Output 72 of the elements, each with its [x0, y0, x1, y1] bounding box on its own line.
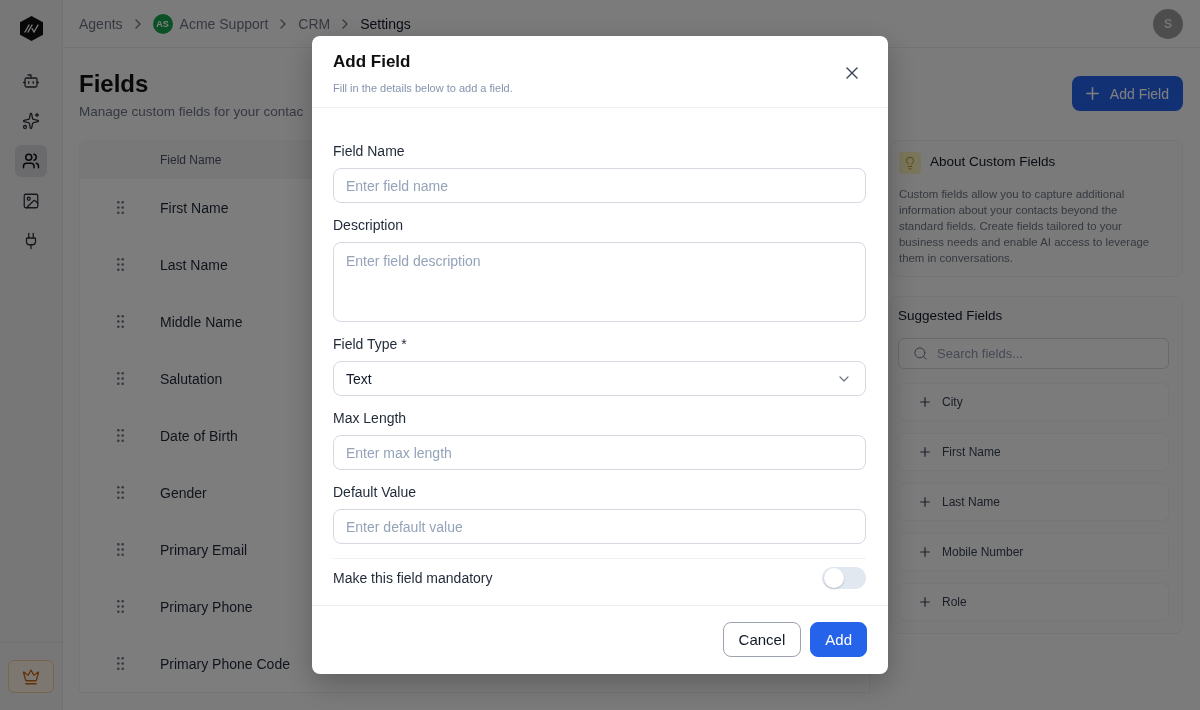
toggle-label: Make this field mandatory [333, 570, 493, 586]
suggestion-item[interactable]: Mobile Number [899, 533, 1169, 571]
table-cell: Middle Name [160, 313, 243, 330]
table-cell: Last Name [160, 256, 228, 273]
image-icon [22, 192, 40, 210]
sparkles-icon [22, 112, 40, 130]
field-label: Max Length [333, 409, 407, 428]
breadcrumb-current[interactable]: Settings [360, 15, 411, 32]
page-title: Fields [79, 70, 149, 98]
agent-avatar: AS [152, 13, 173, 34]
chevron-right-icon [342, 18, 349, 29]
plus-icon [920, 597, 930, 607]
drag-handle-icon[interactable] [116, 258, 124, 271]
input-field[interactable]: Enter default value [333, 509, 866, 544]
column-header: Field Name [160, 153, 222, 167]
drag-handle-icon[interactable] [116, 201, 124, 214]
drag-handle-icon[interactable] [116, 543, 124, 556]
table-cell: Gender [160, 484, 207, 501]
plus-icon [920, 397, 930, 407]
drag-handle-icon[interactable] [116, 315, 124, 328]
close-icon [846, 67, 858, 79]
drag-handle-icon[interactable] [116, 600, 124, 613]
breadcrumb-link[interactable]: Agents [79, 15, 123, 32]
chevron-right-icon [134, 18, 141, 29]
dialog-subtitle: Fill in the details below to add a field. [333, 81, 513, 96]
table-cell: First Name [160, 199, 229, 216]
card-text: Custom fields allow you to capture additional information about your contacts beyond the standard fields. Create fields tailored to your business needs and enable AI access to leverage them in conversations. [899, 187, 1151, 266]
add-button[interactable]: Add [810, 622, 867, 657]
cancel-button[interactable]: Cancel [722, 622, 802, 657]
table-cell: Primary Email [160, 541, 248, 558]
table-cell: Primary Phone Code [160, 655, 290, 672]
suggestion-item[interactable]: Last Name [899, 483, 1169, 521]
suggestion-item[interactable]: First Name [899, 433, 1169, 471]
lightbulb-icon [899, 152, 921, 174]
breadcrumb-link[interactable]: AS Acme Support [152, 13, 269, 34]
drag-handle-icon[interactable] [116, 486, 124, 499]
card-title: About Custom Fields [930, 153, 1056, 171]
plus-icon [920, 547, 930, 557]
drag-handle-icon[interactable] [116, 657, 124, 670]
search-icon [913, 346, 928, 361]
robot-icon [22, 72, 40, 90]
card-title: Suggested Fields [898, 307, 1003, 325]
table-cell: Date of Birth [160, 427, 238, 444]
plus-icon [1085, 87, 1099, 100]
chevron-down-icon [839, 375, 849, 382]
table-cell: Salutation [160, 370, 223, 387]
suggestion-item[interactable]: Role [899, 583, 1169, 621]
field-label: Default Value [333, 483, 416, 502]
page-subtitle: Manage custom fields for your contac [79, 103, 304, 121]
chevron-right-icon [280, 18, 287, 29]
plus-icon [920, 497, 930, 507]
add-field-button[interactable]: Add Field [1071, 76, 1183, 111]
dialog-title: Add Field [333, 51, 411, 73]
logo [19, 16, 43, 41]
sidebar-item[interactable] [15, 145, 47, 177]
field-label: Field Name [333, 142, 405, 161]
suggestion-item[interactable]: City [899, 383, 1169, 421]
drag-handle-icon[interactable] [116, 372, 124, 385]
select-field[interactable]: Text [333, 361, 866, 396]
breadcrumb-link[interactable]: CRM [298, 15, 331, 32]
crown-icon [22, 667, 40, 686]
textarea-field[interactable]: Enter field description [333, 242, 866, 322]
plus-icon [920, 447, 930, 457]
field-label: Field Type * [333, 335, 407, 354]
users-icon [22, 152, 40, 170]
input-field[interactable]: Enter max length [333, 435, 866, 470]
drag-handle-icon[interactable] [116, 429, 124, 442]
field-label: Description [333, 216, 404, 235]
table-cell: Primary Phone [160, 598, 253, 615]
input-field[interactable]: Enter field name [333, 168, 866, 203]
toggle-switch[interactable] [822, 567, 866, 589]
upgrade-button[interactable] [8, 660, 54, 693]
